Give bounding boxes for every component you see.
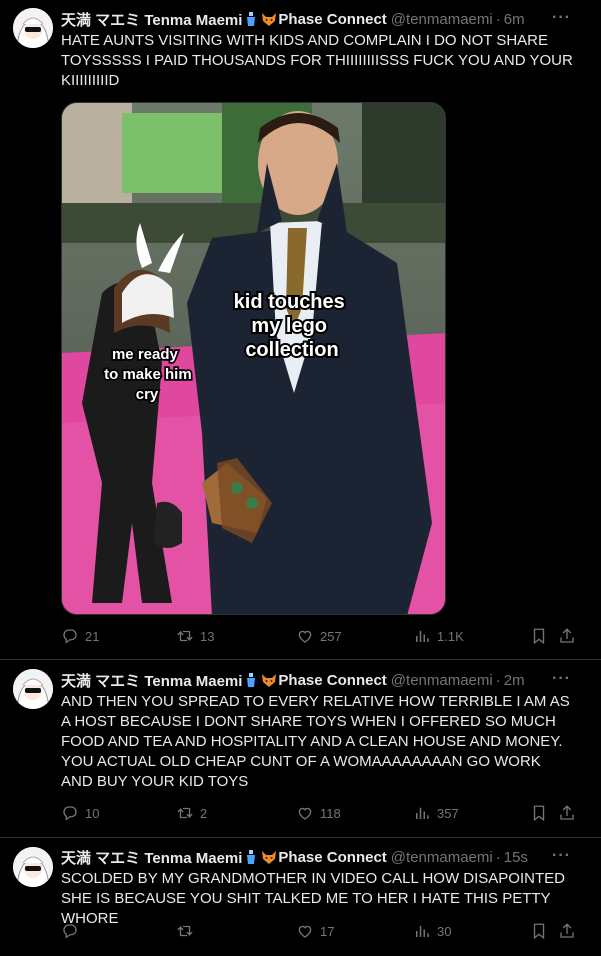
- display-name[interactable]: 天満 マエミ Tenma Maemi: [61, 847, 242, 868]
- more-icon[interactable]: ···: [552, 9, 571, 27]
- like-button[interactable]: 118: [296, 804, 341, 822]
- affiliation[interactable]: Phase Connect: [278, 672, 386, 689]
- affiliation[interactable]: Phase Connect: [278, 849, 386, 866]
- reply-count: 10: [85, 805, 100, 821]
- retweet-button[interactable]: [176, 922, 200, 940]
- share-icon: [560, 805, 574, 820]
- fox-icon: [261, 849, 277, 865]
- share-button[interactable]: [558, 922, 576, 940]
- handle[interactable]: @tenmamaemi: [391, 11, 493, 28]
- affiliation[interactable]: Phase Connect: [278, 11, 386, 28]
- share-button[interactable]: [558, 627, 576, 645]
- more-icon[interactable]: ···: [552, 847, 571, 865]
- views-button[interactable]: 30: [413, 922, 451, 940]
- reply-icon: [63, 629, 77, 644]
- views-button[interactable]: 357: [413, 804, 459, 822]
- view-count: 30: [437, 923, 452, 939]
- view-count: 1.1K: [437, 628, 464, 644]
- like-count: 118: [320, 805, 341, 821]
- retweet-icon: [177, 925, 193, 937]
- views-icon: [416, 807, 429, 820]
- timestamp[interactable]: 6m: [504, 11, 525, 28]
- retweet-icon: [177, 630, 193, 642]
- bottle-icon: [243, 11, 259, 27]
- reply-icon: [63, 806, 77, 821]
- retweet-button[interactable]: 13: [176, 627, 214, 645]
- tweet-header: 天満 マエミ Tenma Maemi Phase Connect @tenmam…: [61, 9, 589, 29]
- tweet-text: SCOLDED BY MY GRANDMOTHER IN VIDEO CALL …: [61, 870, 565, 927]
- bottle-icon: [243, 672, 259, 688]
- more-icon[interactable]: ···: [552, 670, 571, 688]
- bookmark-button[interactable]: [530, 627, 548, 645]
- like-button[interactable]: 257: [296, 627, 342, 645]
- time-separator: ·: [495, 10, 501, 28]
- bookmark-icon: [533, 805, 545, 821]
- reply-button[interactable]: [61, 922, 85, 940]
- timestamp[interactable]: 15s: [504, 849, 528, 866]
- retweet-button[interactable]: 2: [176, 804, 207, 822]
- views-icon: [416, 925, 429, 938]
- share-icon: [560, 628, 574, 643]
- bookmark-button[interactable]: [530, 804, 548, 822]
- bottle-icon: [243, 849, 259, 865]
- views-button[interactable]: 1.1K: [413, 627, 464, 645]
- bookmark-button[interactable]: [530, 922, 548, 940]
- bookmark-icon: [533, 923, 545, 939]
- tweet-image[interactable]: kid touches my lego collection me ready …: [61, 102, 446, 615]
- like-button[interactable]: 17: [296, 922, 334, 940]
- meme-image: kid touches my lego collection me ready …: [62, 103, 445, 614]
- retweet-icon: [177, 807, 193, 819]
- tweet-1[interactable]: 天満 マエミ Tenma Maemi Phase Connect @tenmam…: [0, 0, 601, 660]
- tweet-3[interactable]: 天満 マエミ Tenma Maemi Phase Connect @tenmam…: [0, 838, 601, 956]
- retweet-count: 2: [200, 805, 208, 821]
- display-name[interactable]: 天満 マエミ Tenma Maemi: [61, 9, 242, 30]
- handle[interactable]: @tenmamaemi: [391, 849, 493, 866]
- like-icon: [298, 807, 312, 820]
- avatar[interactable]: [13, 669, 53, 709]
- tweet-actions: 10 2 118 357: [61, 804, 581, 824]
- avatar[interactable]: [13, 847, 53, 887]
- views-icon: [416, 630, 429, 643]
- fox-icon: [261, 11, 277, 27]
- like-icon: [298, 630, 312, 643]
- like-count: 17: [320, 923, 335, 939]
- time-separator: ·: [495, 848, 501, 866]
- reply-button[interactable]: 10: [61, 804, 99, 822]
- tweet-header: 天満 マエミ Tenma Maemi Phase Connect @tenmam…: [61, 847, 589, 867]
- tweet-header: 天満 マエミ Tenma Maemi Phase Connect @tenmam…: [61, 670, 589, 690]
- reply-button[interactable]: 21: [61, 627, 99, 645]
- bookmark-icon: [533, 628, 545, 644]
- time-separator: ·: [495, 671, 501, 689]
- like-icon: [298, 925, 312, 938]
- timestamp[interactable]: 2m: [504, 672, 525, 689]
- tweet-actions: 17 30: [61, 922, 581, 942]
- display-name[interactable]: 天満 マエミ Tenma Maemi: [61, 670, 242, 691]
- share-icon: [560, 923, 574, 938]
- share-button[interactable]: [558, 804, 576, 822]
- avatar[interactable]: [13, 8, 53, 48]
- tweet-2[interactable]: 天満 マエミ Tenma Maemi Phase Connect @tenmam…: [0, 660, 601, 838]
- tweet-actions: 21 13 257 1.1K: [61, 627, 581, 647]
- tweet-text: AND THEN YOU SPREAD TO EVERY RELATIVE HO…: [61, 693, 570, 790]
- fox-icon: [261, 672, 277, 688]
- reply-count: 21: [85, 628, 100, 644]
- tweet-text: HATE AUNTS VISITING WITH KIDS AND COMPLA…: [61, 32, 573, 89]
- like-count: 257: [320, 628, 342, 644]
- reply-icon: [63, 924, 77, 939]
- handle[interactable]: @tenmamaemi: [391, 672, 493, 689]
- view-count: 357: [437, 805, 459, 821]
- retweet-count: 13: [200, 628, 215, 644]
